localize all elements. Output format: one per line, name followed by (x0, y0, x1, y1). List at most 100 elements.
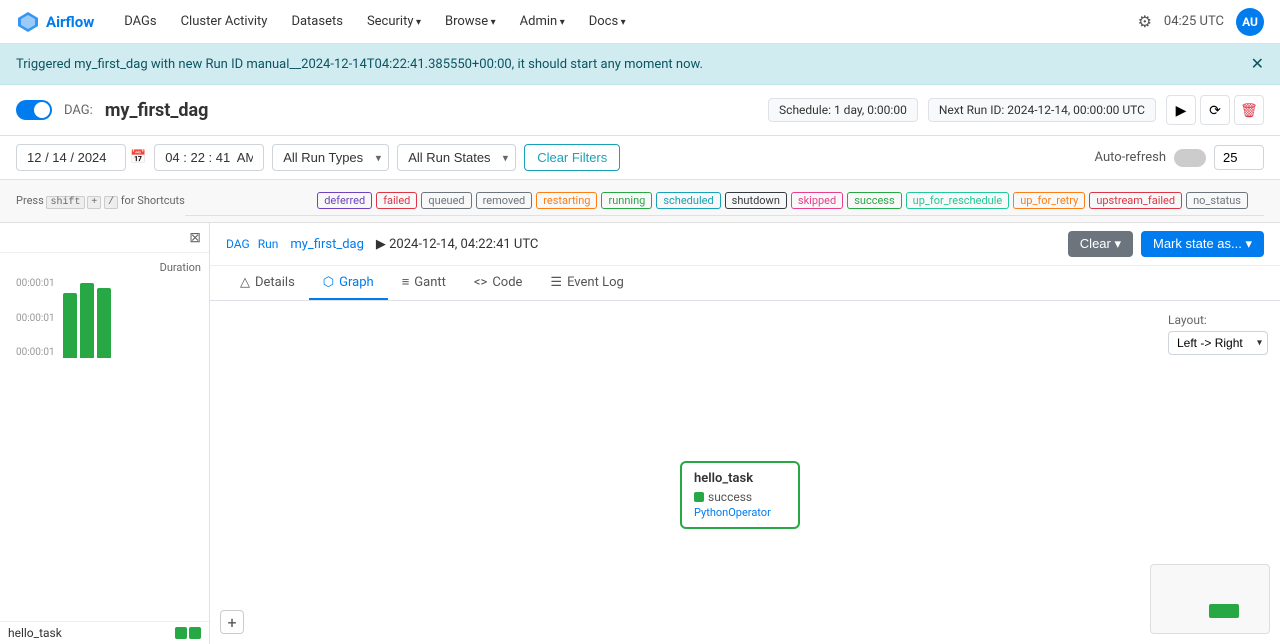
alert-close-button[interactable]: ✕ (1251, 54, 1264, 74)
state-badge-success[interactable]: success (847, 192, 901, 209)
main-content: ⊠ Duration 00:00:01 00:00:01 00:00:01 he… (0, 223, 1280, 644)
run-states-select[interactable]: All Run States (397, 144, 516, 171)
nav-dags[interactable]: DAGs (114, 10, 166, 33)
airflow-logo-icon (16, 10, 40, 34)
refresh-interval-input[interactable] (1214, 145, 1264, 170)
chart-y-labels: 00:00:01 00:00:01 00:00:01 (16, 278, 59, 358)
task-node-status-text: success (708, 490, 752, 504)
layout-select-wrap: Left -> Right (1168, 331, 1268, 355)
gantt-icon: ≡ (402, 274, 410, 290)
state-badge-up-for-retry[interactable]: up_for_retry (1013, 192, 1085, 209)
alert-message: Triggered my_first_dag with new Run ID m… (16, 57, 703, 72)
task-node-type: PythonOperator (694, 506, 786, 519)
layout-select[interactable]: Left -> Right (1168, 331, 1268, 355)
left-panel-header: ⊠ (0, 223, 209, 253)
zoom-in-button[interactable]: + (220, 610, 244, 634)
run-breadcrumb-label: Run (258, 237, 279, 251)
nav-datasets[interactable]: Datasets (281, 10, 353, 33)
refresh-button[interactable]: ⟳ (1200, 95, 1230, 125)
run-types-select-wrap: All Run Types (272, 144, 389, 171)
tab-graph-label: Graph (339, 275, 374, 290)
avatar[interactable]: AU (1236, 8, 1264, 36)
state-badge-skipped[interactable]: skipped (791, 192, 843, 209)
chart-bar-1[interactable] (63, 293, 77, 358)
state-badge-deferred[interactable]: deferred (317, 192, 372, 209)
run-breadcrumb: DAG Run (226, 237, 278, 251)
dag-header: DAG: my_first_dag Schedule: 1 day, 0:00:… (0, 85, 1280, 136)
tab-details[interactable]: △ Details (226, 266, 309, 300)
dag-name: my_first_dag (105, 100, 209, 121)
play-button[interactable]: ▶ (1166, 95, 1196, 125)
graph-area[interactable]: hello_task success PythonOperator Layout… (210, 301, 1280, 644)
dag-label: DAG: (64, 103, 93, 118)
nav-right: ⚙ 04:25 UTC AU (1138, 8, 1264, 36)
tab-code-label: Code (492, 275, 522, 290)
task-row[interactable]: hello_task (0, 621, 209, 644)
chart-bar-2[interactable] (80, 283, 94, 358)
nav-security[interactable]: Security (357, 10, 431, 33)
dag-breadcrumb-name[interactable]: my_first_dag (290, 237, 364, 252)
delete-button[interactable]: 🗑 (1234, 95, 1264, 125)
layout-label: Layout: (1168, 313, 1268, 327)
brand-name: Airflow (46, 13, 94, 31)
run-header: DAG Run my_first_dag ▶ 2024-12-14, 04:22… (210, 223, 1280, 266)
task-node-title: hello_task (694, 471, 786, 486)
run-types-select[interactable]: All Run Types (272, 144, 389, 171)
mark-state-button[interactable]: Mark state as... ▾ (1141, 231, 1264, 257)
brand-logo[interactable]: Airflow (16, 10, 94, 34)
nav-browse[interactable]: Browse (435, 10, 506, 33)
chart-container: 00:00:01 00:00:01 00:00:01 (8, 278, 201, 358)
tab-event-log[interactable]: ☰ Event Log (536, 266, 637, 300)
duration-label: Duration (8, 261, 201, 274)
duration-chart: Duration 00:00:01 00:00:01 00:00:01 (0, 253, 209, 621)
auto-refresh-toggle[interactable] (1174, 149, 1206, 167)
run-actions: Clear ▾ Mark state as... ▾ (1068, 231, 1264, 257)
navbar: Airflow DAGs Cluster Activity Datasets S… (0, 0, 1280, 44)
clear-button[interactable]: Clear ▾ (1068, 231, 1133, 257)
tab-gantt[interactable]: ≡ Gantt (388, 266, 460, 300)
nav-links: DAGs Cluster Activity Datasets Security … (114, 10, 1117, 33)
tab-code[interactable]: <> Code (460, 266, 537, 300)
tab-gantt-label: Gantt (414, 275, 446, 290)
state-badge-up-for-reschedule[interactable]: up_for_reschedule (906, 192, 1010, 209)
nav-docs[interactable]: Docs (579, 10, 636, 33)
state-badge-shutdown[interactable]: shutdown (725, 192, 787, 209)
clear-filters-button[interactable]: Clear Filters (524, 144, 620, 171)
gear-icon[interactable]: ⚙ (1138, 12, 1152, 31)
date-input[interactable] (16, 144, 126, 171)
schedule-badge: Schedule: 1 day, 0:00:00 (768, 98, 918, 122)
state-badge-scheduled[interactable]: scheduled (656, 192, 720, 209)
dag-toggle[interactable] (16, 100, 52, 120)
state-badge-restarting[interactable]: restarting (536, 192, 597, 209)
toolbar: 📅 All Run Types All Run States Clear Fil… (0, 136, 1280, 180)
state-badge-upstream-failed[interactable]: upstream_failed (1089, 192, 1182, 209)
shift-key: shift (46, 196, 84, 209)
dag-schedule: Schedule: 1 day, 0:00:00 Next Run ID: 20… (768, 95, 1264, 125)
tab-details-label: Details (255, 275, 295, 290)
left-panel: ⊠ Duration 00:00:01 00:00:01 00:00:01 he… (0, 223, 210, 644)
tab-graph[interactable]: ⬡ Graph (309, 266, 388, 300)
task-badge-2 (189, 627, 201, 639)
nav-admin[interactable]: Admin (510, 10, 575, 33)
state-badge-running[interactable]: running (601, 192, 652, 209)
state-badge-failed[interactable]: failed (376, 192, 417, 209)
state-badge-removed[interactable]: removed (476, 192, 533, 209)
state-badge-no-status[interactable]: no_status (1186, 192, 1248, 209)
alert-banner: Triggered my_first_dag with new Run ID m… (0, 44, 1280, 85)
state-badge-queued[interactable]: queued (421, 192, 471, 209)
mini-map (1150, 564, 1270, 634)
layout-control: Layout: Left -> Right (1168, 313, 1268, 355)
dag-actions: ▶ ⟳ 🗑 (1166, 95, 1264, 125)
run-states-select-wrap: All Run States (397, 144, 516, 171)
auto-refresh-label: Auto-refresh (1095, 150, 1166, 165)
chart-bar-3[interactable] (97, 288, 111, 358)
task-node-hello-task[interactable]: hello_task success PythonOperator (680, 461, 800, 529)
event-log-icon: ☰ (550, 275, 562, 290)
nav-cluster-activity[interactable]: Cluster Activity (171, 10, 278, 33)
time-label-top: 00:00:01 (16, 278, 55, 289)
collapse-panel-button[interactable]: ⊠ (189, 229, 201, 246)
time-input[interactable] (154, 144, 264, 171)
dag-breadcrumb-label: DAG (226, 237, 250, 251)
task-node-status: success (694, 490, 786, 504)
details-icon: △ (240, 275, 250, 290)
